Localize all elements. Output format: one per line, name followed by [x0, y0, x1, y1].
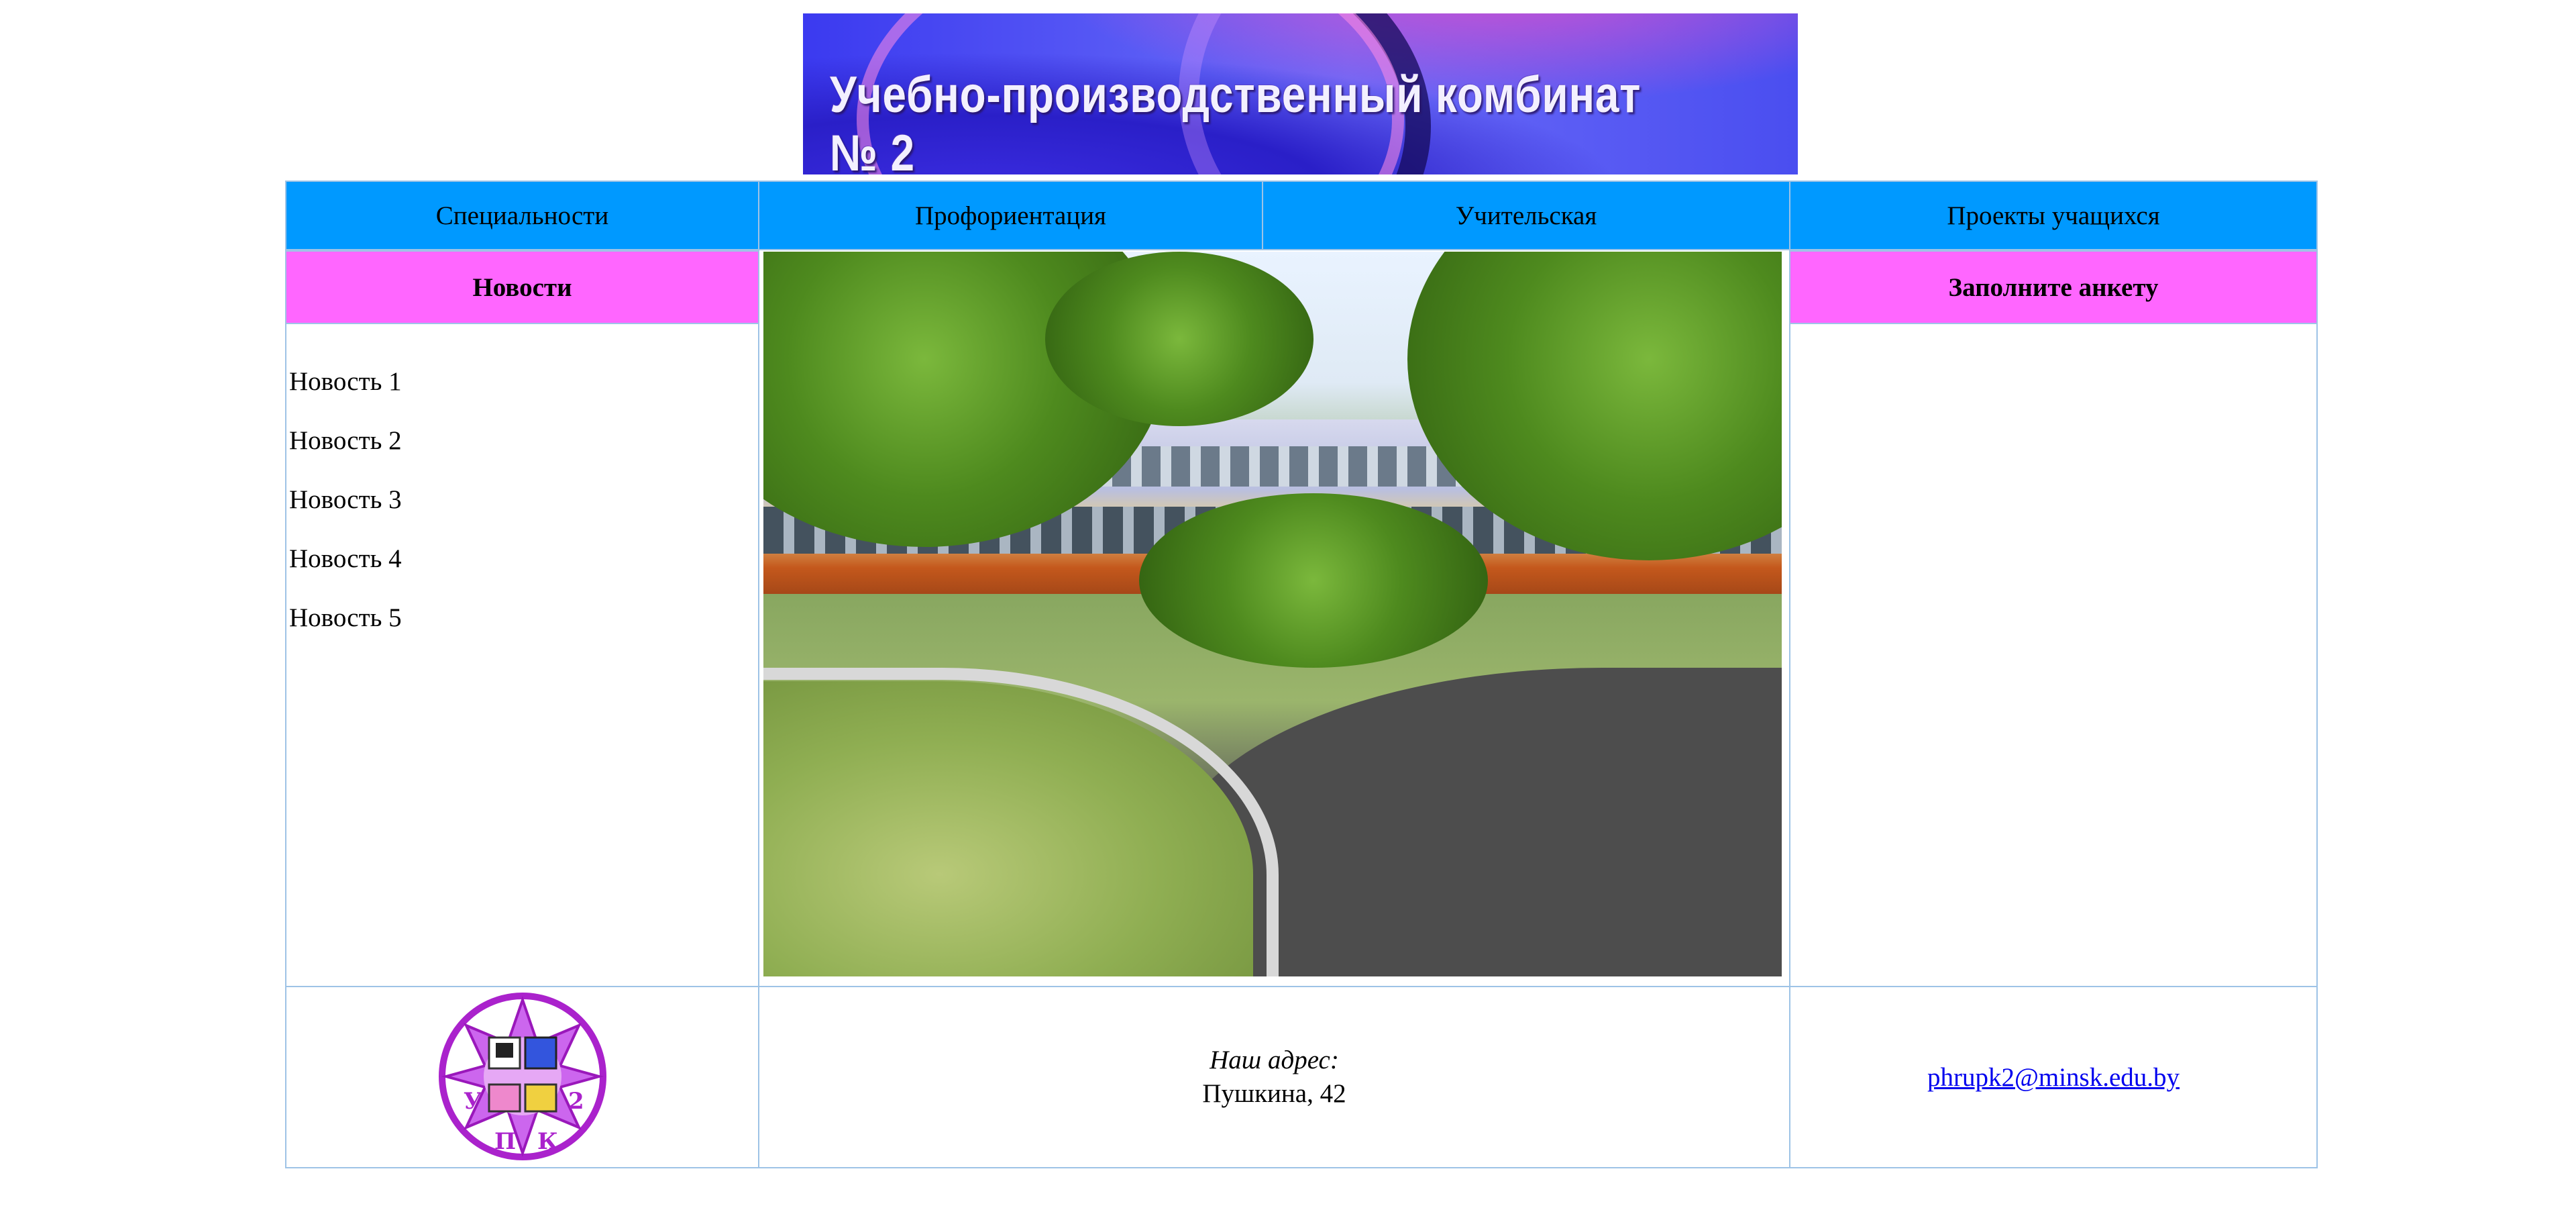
address-value: Пушкина, 42: [1202, 1079, 1346, 1108]
nav-item-specialties[interactable]: Специальности: [285, 181, 759, 250]
footer-email-cell: phrupk2@minsk.edu.by: [1789, 986, 2318, 1168]
shrubs: [1139, 493, 1488, 668]
survey-heading[interactable]: Заполните анкету: [1789, 250, 2318, 324]
survey-column: [1789, 324, 2318, 987]
nav-item-student-projects[interactable]: Проекты учащихся: [1789, 181, 2318, 250]
nav-item-career-guidance[interactable]: Профориентация: [758, 181, 1263, 250]
footer-logo-cell: У П К 2: [285, 986, 759, 1168]
logo-letter: К: [537, 1128, 558, 1155]
news-column: Новость 1 Новость 2 Новость 3 Новость 4 …: [285, 324, 759, 987]
footer-address-cell: Наш адрес: Пушкина, 42: [758, 986, 1790, 1168]
site-banner: Учебно-производственный комбинат № 2: [803, 13, 1798, 174]
email-link[interactable]: phrupk2@minsk.edu.by: [1927, 1062, 2180, 1093]
address-block: Наш адрес: Пушкина, 42: [1202, 1044, 1346, 1111]
logo-letter: П: [494, 1128, 516, 1155]
main-nav: Специальности Профориентация Учительская…: [285, 181, 2318, 250]
survey-heading-text: Заполните анкету: [1948, 272, 2159, 302]
news-item[interactable]: Новость 2: [289, 411, 402, 470]
nav-item-label: Проекты учащихся: [1947, 201, 2160, 230]
news-heading: Новости: [285, 250, 759, 324]
logo-letter: 2: [568, 1088, 584, 1115]
tree-top: [1045, 252, 1313, 426]
nav-item-label: Профориентация: [915, 201, 1106, 230]
footer-row: У П К 2 Наш адрес: Пушкина, 42 phrupk2@m…: [285, 986, 2318, 1168]
news-item[interactable]: Новость 4: [289, 530, 402, 589]
school-logo: У П К 2: [438, 993, 606, 1160]
news-list: Новость 1 Новость 2 Новость 3 Новость 4 …: [289, 352, 402, 648]
banner-title: Учебно-производственный комбинат № 2: [830, 66, 1642, 174]
nav-item-teachers-room[interactable]: Учительская: [1262, 181, 1790, 250]
curb: [763, 668, 1279, 976]
news-item[interactable]: Новость 3: [289, 470, 402, 530]
news-heading-text: Новости: [472, 272, 572, 302]
nav-item-label: Специальности: [435, 201, 609, 230]
address-label: Наш адрес:: [1210, 1046, 1339, 1074]
nav-item-label: Учительская: [1455, 201, 1597, 230]
news-item[interactable]: Новость 5: [289, 589, 402, 648]
news-item[interactable]: Новость 1: [289, 352, 402, 411]
school-building-photo: [763, 252, 1782, 976]
logo-letter: У: [464, 1088, 482, 1115]
